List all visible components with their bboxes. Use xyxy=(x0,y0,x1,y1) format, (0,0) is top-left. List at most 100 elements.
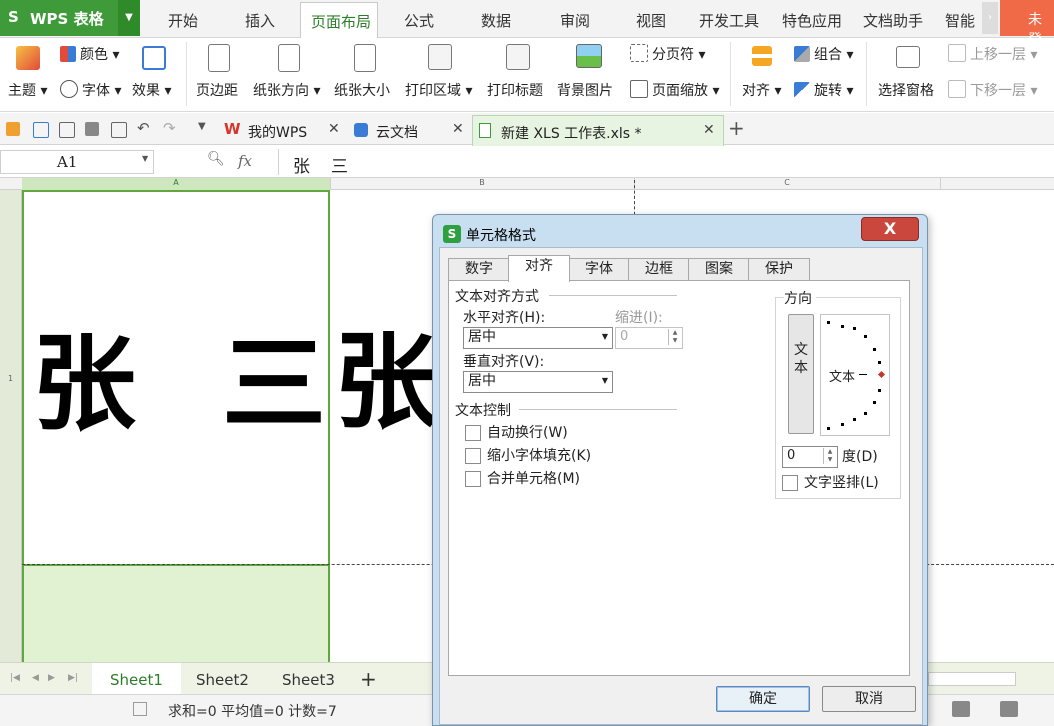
login-button[interactable]: 未登 xyxy=(1000,0,1054,48)
menu-doc-assistant[interactable]: 文档助手 xyxy=(863,10,923,31)
tab-patterns[interactable]: 图案 xyxy=(688,258,750,281)
fonts-button[interactable]: 字体 ▾ xyxy=(60,80,121,100)
name-box[interactable]: A1 xyxy=(0,150,154,174)
dial-dot xyxy=(841,325,844,328)
print-preview-icon[interactable] xyxy=(111,122,127,138)
paper-size-button[interactable]: 纸张大小 xyxy=(334,80,390,100)
send-backward-button[interactable]: 下移一层 ▾ xyxy=(948,80,1037,100)
doctab-workbook[interactable]: 新建 XLS 工作表.xls * ✕ xyxy=(472,115,724,146)
colors-button[interactable]: 颜色 ▾ xyxy=(60,44,119,64)
tab-font[interactable]: 字体 xyxy=(568,258,630,281)
print-area-icon xyxy=(428,44,452,70)
chevron-right-icon[interactable]: › xyxy=(982,2,998,34)
menu-formulas[interactable]: 公式 xyxy=(404,10,434,31)
print-area-button[interactable]: 打印区域 ▾ xyxy=(405,80,472,100)
column-header-a[interactable]: A xyxy=(22,178,331,190)
print-titles-button[interactable]: 打印标题 xyxy=(487,80,543,100)
doctab-label: 新建 XLS 工作表.xls * xyxy=(501,126,642,142)
bring-forward-button[interactable]: 上移一层 ▾ xyxy=(948,44,1037,64)
chevron-down-icon[interactable]: ▼ xyxy=(142,154,148,163)
column-header-b[interactable]: B xyxy=(330,178,635,190)
menu-insert[interactable]: 插入 xyxy=(245,10,275,31)
page-zoom-button[interactable]: 页面缩放 ▾ xyxy=(630,80,719,100)
insert-function-button[interactable]: fx xyxy=(238,152,252,170)
merge-cells-checkbox[interactable] xyxy=(465,471,481,487)
vertical-text-label: 文本 xyxy=(794,342,808,376)
menu-view[interactable]: 视图 xyxy=(636,10,666,31)
open-icon[interactable] xyxy=(6,122,20,136)
save-icon[interactable] xyxy=(33,122,49,138)
orientation-button[interactable]: 纸张方向 ▾ xyxy=(253,80,320,100)
normal-view-icon[interactable] xyxy=(952,701,970,717)
degrees-label: 度(D) xyxy=(842,449,878,465)
rotate-button[interactable]: 旋转 ▾ xyxy=(794,80,853,100)
vertical-text-button[interactable]: 文本 xyxy=(788,314,814,434)
last-sheet-icon[interactable]: ▶| xyxy=(68,673,78,683)
vertical-align-select[interactable]: 居中 ▼ xyxy=(463,371,613,393)
doctab-my-wps[interactable]: W 我的WPS ✕ xyxy=(222,115,348,145)
zoom-icon[interactable]: 🔍︎ xyxy=(207,151,225,167)
indent-spinner[interactable]: 0 ▲ ▼ xyxy=(615,327,683,349)
doctab-cloud-docs[interactable]: 云文档 ✕ xyxy=(352,115,470,145)
cancel-button[interactable]: 取消 xyxy=(822,686,916,712)
tab-protection[interactable]: 保护 xyxy=(748,258,810,281)
row-header-1[interactable]: 1 xyxy=(8,374,13,383)
close-icon[interactable]: ✕ xyxy=(328,121,340,137)
export-pdf-icon[interactable] xyxy=(59,122,75,138)
print-icon[interactable] xyxy=(85,122,99,136)
cell-a1[interactable]: 张 三 xyxy=(22,190,330,566)
menu-data[interactable]: 数据 xyxy=(481,10,511,31)
close-button[interactable]: X xyxy=(861,217,919,241)
group-label: 组合 xyxy=(814,47,842,63)
degrees-spinner[interactable]: 0 ▲ ▼ xyxy=(782,446,838,468)
menu-smart[interactable]: 智能 xyxy=(945,10,975,31)
formula-input[interactable]: 张 三 xyxy=(278,149,1054,177)
theme-button[interactable]: 主题 ▾ xyxy=(8,80,47,100)
select-all-corner[interactable] xyxy=(0,178,23,190)
background-image-button[interactable]: 背景图片 xyxy=(557,80,613,100)
horizontal-align-select[interactable]: 居中 ▼ xyxy=(463,327,613,349)
menu-page-layout[interactable]: 页面布局 xyxy=(300,2,378,38)
column-header-c[interactable]: C xyxy=(634,178,941,190)
shrink-to-fit-checkbox[interactable] xyxy=(465,448,481,464)
menu-review[interactable]: 审阅 xyxy=(560,10,590,31)
effects-button[interactable]: 效果 ▾ xyxy=(132,80,171,100)
tab-alignment[interactable]: 对齐 xyxy=(508,255,570,282)
app-menu-button[interactable]: S WPS 表格 ▼ xyxy=(0,0,140,36)
new-tab-plus-icon[interactable]: + xyxy=(728,116,745,140)
wrap-text-checkbox[interactable] xyxy=(465,425,481,441)
dial-handle[interactable] xyxy=(877,370,886,379)
align-button[interactable]: 对齐 ▾ xyxy=(742,80,781,100)
orientation-group-title: 方向 xyxy=(784,288,816,308)
menu-features[interactable]: 特色应用 xyxy=(782,10,842,31)
selection-pane-button[interactable]: 选择窗格 xyxy=(878,80,934,100)
page-zoom-icon xyxy=(630,80,648,98)
indent-label: 缩进(I): xyxy=(615,310,663,326)
tab-border[interactable]: 边框 xyxy=(628,258,690,281)
page-break-button[interactable]: 分页符 ▾ xyxy=(630,44,705,64)
menu-home[interactable]: 开始 xyxy=(168,10,198,31)
menu-developer[interactable]: 开发工具 xyxy=(699,10,759,31)
orientation-dial[interactable]: 文本 xyxy=(820,314,890,436)
cell-a2-selected[interactable] xyxy=(22,566,330,662)
group-button[interactable]: 组合 ▾ xyxy=(794,44,853,64)
margins-button[interactable]: 页边距 xyxy=(196,80,238,100)
alignment-tab-panel: 文本对齐方式 水平对齐(H): 居中 ▼ 缩进(I): 0 ▲ ▼ 垂直对齐(V)… xyxy=(448,280,910,676)
status-icon[interactable] xyxy=(133,702,147,716)
page-layout-view-icon[interactable] xyxy=(1000,701,1018,717)
tab-number[interactable]: 数字 xyxy=(448,258,510,281)
vertical-layout-checkbox[interactable] xyxy=(782,475,798,491)
close-icon[interactable]: ✕ xyxy=(703,122,715,138)
first-sheet-icon[interactable]: |◀ xyxy=(10,673,20,683)
prev-sheet-icon[interactable]: ◀ xyxy=(32,673,39,683)
column-headers: A B C xyxy=(0,178,1054,190)
chevron-down-icon[interactable]: ▼ xyxy=(198,121,206,132)
close-icon[interactable]: ✕ xyxy=(452,121,464,137)
next-sheet-icon[interactable]: ▶ xyxy=(48,673,55,683)
background-image-icon xyxy=(576,44,602,68)
chevron-down-icon: ▼ xyxy=(601,332,608,341)
undo-icon[interactable]: ↶ xyxy=(137,119,150,137)
redo-icon[interactable]: ↷ xyxy=(163,119,176,137)
horizontal-scrollbar[interactable] xyxy=(928,672,1016,686)
ok-button[interactable]: 确定 xyxy=(716,686,810,712)
